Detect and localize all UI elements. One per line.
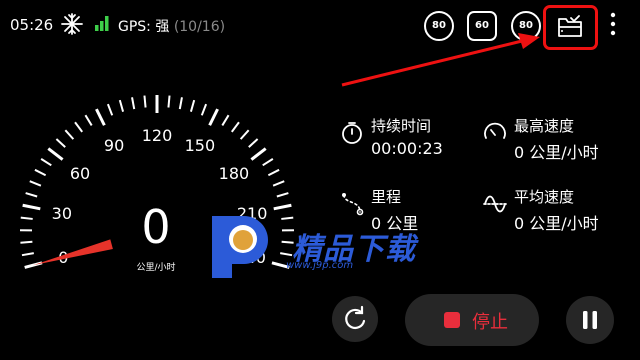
duration-stat: 持续时间 00:00:23 [340,115,480,163]
gauge-major-tick [95,108,106,126]
gauge-tick-label: 90 [104,136,124,155]
speed-limit-60-button[interactable]: 60 [467,11,497,41]
watermark-url: www.j9p.com [286,260,354,271]
gauge-minor-tick [34,168,47,177]
gauge-minor-tick [248,138,259,148]
gauge-tick-label: 30 [52,204,72,223]
more-vertical-icon[interactable] [608,9,618,39]
gauge-minor-tick [29,180,42,187]
gauge-tick-label: 150 [185,136,216,155]
export-icon [558,15,582,37]
stop-button[interactable]: 停止 [405,294,539,346]
stopwatch-icon [342,122,362,144]
speed-limit-80-button[interactable]: 80 [424,11,454,41]
gauge-minor-tick [221,114,230,126]
gauge-needle [33,239,113,266]
gauge-minor-tick [272,180,285,187]
distance-label: 里程 [371,188,402,206]
pause-icon [583,311,597,329]
speed-unit-label: 公里/小时 [136,263,176,273]
gauge-minor-tick [74,121,84,133]
speedometer-icon [484,122,506,139]
gauge-minor-tick [200,103,208,116]
gauge-minor-tick [25,192,38,198]
gauge-minor-tick [178,97,183,110]
refresh-icon [345,305,366,330]
gauge-minor-tick [64,129,75,140]
watermark-logo [212,216,268,278]
gauge-minor-tick [143,95,147,108]
gauge-minor-tick [118,99,125,112]
gauge-minor-tick [84,114,93,126]
gps-satellite-count: (10/16) [173,19,226,35]
duration-value: 00:00:23 [371,139,443,158]
wave-icon [483,195,507,213]
max-speed-stat: 最高速度 0 公里/小时 [483,115,633,163]
gauge-minor-tick [262,158,274,167]
gauge-major-tick [250,147,267,161]
reset-button[interactable] [332,296,378,342]
avg-speed-label: 平均速度 [514,188,575,206]
gps-label: GPS: 强 [118,19,170,35]
speed-limit-80-alt-button[interactable]: 80 [511,11,541,41]
gauge-minor-tick [276,192,289,198]
gauge-minor-tick [189,99,196,112]
gauge-tick-label: 120 [142,126,173,145]
snowflake-icon [61,13,83,35]
gauge-minor-tick [20,240,33,244]
max-speed-value: 0 公里/小时 [514,143,599,162]
gauge-minor-tick [55,138,66,148]
watermark: 精品下载 www.j9p.com [206,212,446,282]
clock-time: 05:26 [10,16,54,34]
duration-label: 持续时间 [371,117,432,135]
gauge-major-tick [22,203,41,211]
gauge-minor-tick [167,95,171,108]
max-speed-label: 最高速度 [514,117,575,135]
gps-status: GPS: 强 (10/16) [118,16,225,36]
gauge-minor-tick [267,168,280,177]
current-speed-value: 0 [141,200,171,254]
signal-bars-icon [95,16,109,31]
gauge-major-tick [273,203,292,211]
stop-icon [444,312,460,328]
export-button[interactable] [543,5,598,50]
gauge-minor-tick [21,252,34,257]
gauge-minor-tick [20,216,33,220]
gauge-tick-label: 180 [219,164,250,183]
gauge-tick-label: 60 [70,164,90,183]
avg-speed-value: 0 公里/小时 [514,214,599,233]
gauge-minor-tick [230,121,240,133]
avg-speed-stat: 平均速度 0 公里/小时 [483,186,633,234]
gauge-minor-tick [239,129,250,140]
stop-button-label: 停止 [472,312,508,333]
gauge-minor-tick [106,103,114,116]
gauge-minor-tick [131,97,136,110]
pause-button[interactable] [566,296,614,344]
gauge-major-tick [47,147,64,161]
gauge-minor-tick [40,158,52,167]
gauge-major-tick [208,108,219,126]
